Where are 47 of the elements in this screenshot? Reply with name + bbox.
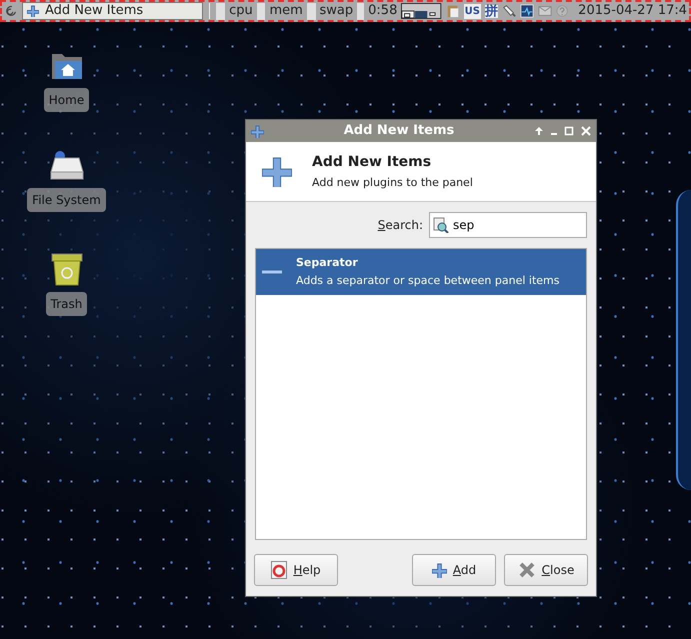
monitor-label: swap	[320, 2, 354, 20]
plus-icon	[251, 124, 264, 138]
minimize-icon	[551, 133, 557, 135]
desktop-icon-label[interactable]: File System	[27, 188, 106, 212]
input-method-indicator[interactable]: 拼	[484, 4, 498, 18]
clock-text: 2015-04-27 17:4	[578, 2, 688, 20]
dialog-heading: Add New Items	[312, 152, 432, 172]
trash-can-icon	[50, 252, 82, 286]
search-label: Search:	[378, 217, 423, 234]
workspace-pager-icon	[401, 2, 442, 20]
system-monitor-icon	[520, 3, 534, 19]
clipboard-icon	[446, 3, 460, 19]
raise-icon	[534, 126, 544, 136]
help-icon	[556, 4, 568, 18]
monitor-graph	[216, 2, 226, 20]
plus-icon	[432, 562, 447, 578]
desktop-icon-label[interactable]: Home	[44, 88, 90, 112]
usb-drive-icon	[502, 3, 516, 19]
plus-icon	[27, 5, 39, 17]
plugin-list-item[interactable]: Separator Adds a separator or space between panel items	[256, 249, 586, 295]
maximize-icon	[564, 126, 574, 136]
plus-icon	[262, 156, 292, 186]
uptime-text: 0:58	[368, 2, 398, 20]
close-button[interactable]: Close	[504, 554, 588, 586]
mail-icon	[538, 5, 552, 17]
separator-icon	[262, 270, 282, 274]
desktop-icon-label[interactable]: Trash	[46, 292, 88, 316]
panel-separator	[208, 3, 210, 19]
plugin-name: Separator	[296, 254, 359, 270]
monitor-graph	[256, 2, 266, 20]
lifebuoy-icon	[271, 561, 288, 579]
search-icon	[433, 217, 449, 233]
monitor-label: mem	[269, 2, 303, 20]
plugin-description: Adds a separator or space between panel items	[296, 273, 560, 289]
hard-drive-icon	[50, 150, 84, 182]
search-field[interactable]: sep	[429, 212, 587, 238]
close-icon	[581, 126, 591, 136]
help-button[interactable]: Help	[254, 554, 338, 586]
close-icon	[518, 561, 536, 579]
keyboard-layout-indicator[interactable]: US	[464, 4, 481, 18]
add-button[interactable]: Add	[412, 554, 496, 586]
dialog-subheading: Add new plugins to the panel	[312, 174, 473, 191]
window-title: Add New Items	[342, 122, 456, 140]
monitor-graph	[357, 2, 364, 20]
taskbar-button[interactable]: Add New Items	[22, 2, 203, 20]
monitor-graph	[306, 2, 316, 20]
monitor-label: cpu	[229, 2, 253, 20]
